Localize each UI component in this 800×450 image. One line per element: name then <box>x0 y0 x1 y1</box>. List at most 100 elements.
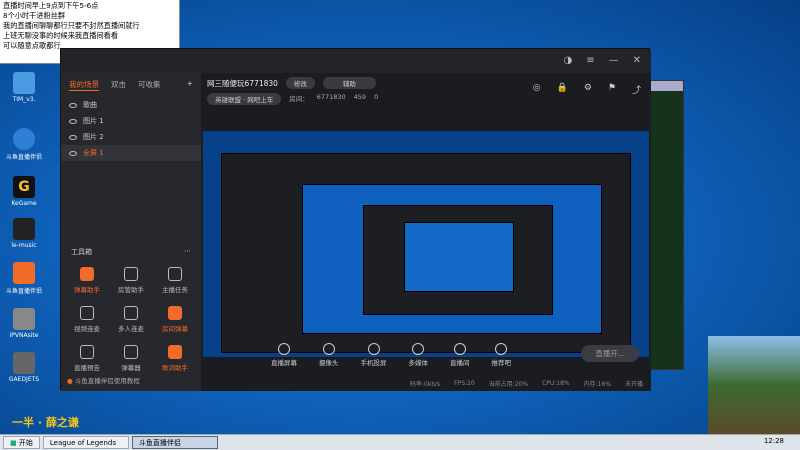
desktop-icon[interactable]: TIM_v3. <box>4 72 44 103</box>
tool-preview[interactable]: 直播预告 <box>65 345 109 372</box>
game-character-image <box>708 336 800 434</box>
tool-danmu-machine[interactable]: 弹幕器 <box>109 345 153 372</box>
desktop-icon[interactable]: GAEDJETS <box>4 352 44 383</box>
scene-label: 图片 1 <box>83 117 104 125</box>
screen-capture-button[interactable]: 直播屏幕 <box>271 343 297 367</box>
g-icon: G <box>13 176 35 198</box>
cpu-status: CPU:18% <box>542 379 570 387</box>
button-label: 直播屏幕 <box>271 359 297 367</box>
app-icon <box>13 218 35 240</box>
desktop-icon-label: GAEDJETS <box>8 376 40 383</box>
download-icon <box>80 345 94 359</box>
tab-collect[interactable]: 可收集 <box>138 79 161 91</box>
windows-icon: ■ <box>10 438 17 447</box>
start-live-button[interactable]: 直播开... <box>581 345 639 362</box>
phone-cast-button[interactable]: 手机投屏 <box>361 343 387 367</box>
taskbar: ■ 开始 League of Legends 斗鱼直播伴侣 12:28 <box>0 434 800 450</box>
minimize-icon[interactable]: — <box>609 55 619 66</box>
tab-double[interactable]: 双击 <box>111 79 126 91</box>
start-label: 开始 <box>18 438 33 447</box>
camera-button[interactable]: 摄像头 <box>319 343 339 367</box>
app-icon <box>13 352 35 374</box>
desktop-icon[interactable]: IPVNAsite <box>4 308 44 339</box>
taskbar-item-lol[interactable]: League of Legends <box>42 436 129 449</box>
add-scene-icon[interactable]: + <box>187 79 193 91</box>
tool-label: 歌词助手 <box>162 364 188 372</box>
tab-my-scenes[interactable]: 我的场景 <box>69 79 99 91</box>
category-badge[interactable]: 英雄联盟 · 网吧上车 <box>207 93 282 105</box>
button-label: 多媒体 <box>408 359 429 367</box>
edit-title-button[interactable]: 修改 <box>285 77 315 89</box>
scene-item[interactable]: 歌曲 <box>61 97 201 113</box>
tool-label: 多人连麦 <box>118 325 144 333</box>
tool-label: 视频连麦 <box>74 325 100 333</box>
button-label: 推荐吧 <box>491 359 512 367</box>
tool-host-task[interactable]: 主播任务 <box>153 267 197 294</box>
tool-room-manager[interactable]: 房管助手 <box>109 267 153 294</box>
scene-item-selected[interactable]: 全屏 1 <box>61 145 201 161</box>
menu-icon[interactable]: ≡ <box>586 55 594 66</box>
scene-item[interactable]: 图片 1 <box>61 113 201 129</box>
desktop-icon-label: TIM_v3. <box>12 96 36 103</box>
person-icon <box>124 267 138 281</box>
tool-video-link[interactable]: 视频连麦 <box>65 306 109 333</box>
clock: 12:28 <box>763 437 784 445</box>
assist-button[interactable]: 辅助 <box>322 77 376 89</box>
task-label: League of Legends <box>49 438 116 447</box>
monitor-icon <box>278 343 290 355</box>
viewer-count: 459 <box>353 93 367 101</box>
tutorial-link[interactable]: ● 斗鱼直播伴侣使用教程 <box>67 375 140 385</box>
nested-window <box>221 153 631 353</box>
tool-lyrics[interactable]: 歌词助手 <box>153 345 197 372</box>
desktop-icon[interactable]: le-music <box>4 218 44 249</box>
desktop-icon[interactable]: 斗鱼直播伴侣 <box>4 262 44 295</box>
room-id: 6771830 <box>316 93 346 101</box>
eye-icon[interactable] <box>69 134 77 140</box>
camera-icon <box>322 343 335 355</box>
window-controls: ◑ ≡ — ✕ <box>563 55 641 66</box>
desktop-icon-label: IPVNAsite <box>9 332 39 339</box>
tool-label: 弹幕器 <box>121 364 141 372</box>
flag-icon[interactable]: ⚑ <box>608 83 616 96</box>
tool-danmu-assistant[interactable]: 弹幕助手 <box>65 267 109 294</box>
desktop-icon-label: 斗鱼直播伴侣 <box>5 154 42 161</box>
media-icon <box>412 343 425 355</box>
lock-icon[interactable]: 🔒 <box>557 83 568 96</box>
task-label: 斗鱼直播伴侣 <box>138 438 181 447</box>
button-label: 摄像头 <box>319 359 339 367</box>
desktop-icon[interactable]: G KeGame <box>4 176 44 207</box>
app-icon <box>13 308 35 330</box>
memory-status: 内存:16% <box>583 380 611 388</box>
live-status: 未开播 <box>624 380 643 388</box>
skin-icon[interactable]: ◑ <box>563 55 572 66</box>
tool-multi-link[interactable]: 多人连麦 <box>109 306 153 333</box>
room-id-label: 房间： <box>289 95 309 103</box>
eye-icon[interactable] <box>69 150 77 156</box>
scene-item[interactable]: 图片 2 <box>61 129 201 145</box>
eye-icon[interactable] <box>69 102 77 108</box>
desktop-icon[interactable]: 斗鱼直播伴侣 <box>4 128 44 161</box>
follower-count: 0 <box>374 93 379 101</box>
fps-status: FPS:20 <box>454 379 475 387</box>
close-icon[interactable]: ✕ <box>633 55 641 66</box>
share-icon[interactable]: ⤴ <box>632 83 641 96</box>
tool-room-danmu[interactable]: 房间弹幕 <box>153 306 197 333</box>
tool-label: 房间弹幕 <box>162 325 188 333</box>
recommend-button[interactable]: 推荐吧 <box>491 343 512 367</box>
start-button[interactable]: ■ 开始 <box>3 436 40 449</box>
taskbar-item-douyu[interactable]: 斗鱼直播伴侣 <box>131 436 218 449</box>
more-icon[interactable]: ⋯ <box>184 247 191 257</box>
record-icon[interactable]: ◎ <box>533 83 541 96</box>
live-companion-window[interactable]: ◑ ≡ — ✕ 我的场景 双击 可收集 + 歌曲 图片 1 图片 2 全屏 1 … <box>60 48 651 391</box>
toolbox-title: 工具箱 <box>71 248 92 256</box>
phone-icon <box>367 343 380 355</box>
eye-icon[interactable] <box>69 118 77 124</box>
usage-status: 当前占用:20% <box>488 380 529 388</box>
media-button[interactable]: 多媒体 <box>408 343 429 367</box>
title-bar[interactable]: ◑ ≡ — ✕ <box>61 49 651 73</box>
notepad-line: 上班无聊没事的时候来我直播间看看 <box>3 31 119 40</box>
live-room-button[interactable]: 直播间 <box>450 343 470 367</box>
settings-icon[interactable]: ⚙ <box>584 83 592 96</box>
nested-window <box>302 184 602 334</box>
stream-preview[interactable] <box>203 131 649 357</box>
